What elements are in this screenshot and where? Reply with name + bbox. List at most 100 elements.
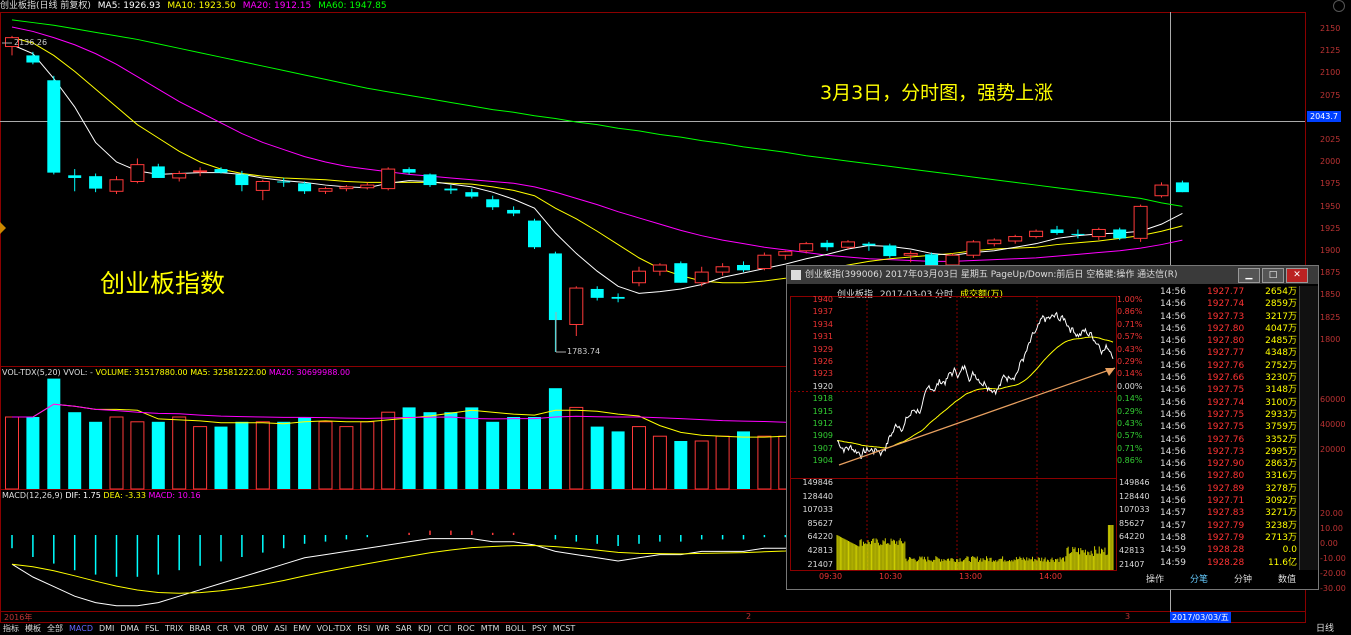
volume-bar [381, 411, 396, 490]
tick-time: 14:56 [1160, 287, 1186, 297]
volume-bar [47, 378, 61, 489]
indicator-tab[interactable]: DMI [96, 623, 117, 635]
popup-volume-axis: 149846 128440 107033 85627 64220 42813 21407 [789, 476, 833, 571]
volume-bar [339, 426, 354, 490]
popup-volume-label: 107033 [1119, 505, 1150, 515]
indicator-tab[interactable]: VR [231, 623, 248, 635]
date-axis-month-3: 3 [1125, 612, 1131, 621]
popup-time-label: 14:00 [1039, 572, 1063, 581]
candlestick [1175, 180, 1189, 193]
tick-row: 14:56 1927.77 4348万 [1157, 347, 1317, 359]
tick-price: 1927.77 [1207, 348, 1245, 359]
indicator-tab[interactable]: 全部 [44, 623, 66, 635]
tick-volume: 2863万 [1265, 459, 1297, 470]
candlestick [444, 185, 458, 194]
tick-volume: 2995万 [1265, 446, 1297, 457]
macd-axis-label: 0.00 [1320, 539, 1338, 548]
tick-volume: 3100万 [1265, 397, 1297, 408]
popup-price-label: 1934 [812, 319, 833, 329]
indicator-tab[interactable]: OBV [248, 623, 271, 635]
indicator-tab[interactable]: BOLL [502, 623, 529, 635]
candlestick [569, 286, 584, 337]
volume-bar [26, 417, 40, 489]
tick-row: 14:56 1927.75 3759万 [1157, 421, 1317, 433]
popup-time-label: 13:00 [959, 572, 983, 581]
indicator-tab[interactable]: MACD [66, 623, 96, 635]
tick-row: 14:56 1927.90 2863万 [1157, 458, 1317, 470]
popup-price-label: 1909 [812, 431, 833, 441]
tick-time: 14:56 [1160, 483, 1186, 494]
indicator-tab[interactable]: 指标 [0, 623, 22, 635]
indicator-tab[interactable]: BRAR [186, 623, 214, 635]
indicator-tab[interactable]: MTM [478, 623, 503, 635]
tick-volume: 3148万 [1265, 385, 1297, 396]
indicator-tab[interactable]: ASI [271, 623, 290, 635]
date-axis-year: 2016年 [4, 613, 33, 622]
tick-volume: 2654万 [1265, 287, 1297, 297]
minimize-button[interactable]: ▁ [1238, 268, 1260, 283]
candlestick [1029, 229, 1044, 239]
tick-time: 14:56 [1160, 373, 1186, 384]
tick-volume: 2713万 [1265, 532, 1297, 543]
indicator-tab[interactable]: SAR [393, 623, 415, 635]
high-price-label: 2136.26 [14, 38, 48, 47]
indicator-tab[interactable]: PSY [529, 623, 550, 635]
tick-volume: 3238万 [1265, 520, 1297, 531]
scroll-left-arrow-icon[interactable] [0, 222, 6, 234]
indicator-tab[interactable]: KDJ [415, 623, 435, 635]
tick-row: 14:57 1927.79 3238万 [1157, 520, 1317, 532]
indicator-tab[interactable]: FSL [142, 623, 162, 635]
indicator-tab[interactable]: DMA [117, 623, 142, 635]
popup-percent-label: 0.86% [1117, 456, 1143, 466]
tick-price: 1928.28 [1207, 545, 1245, 556]
tick-price: 1927.75 [1207, 385, 1245, 396]
popup-price-axis: 1940 1937 1934 1931 1929 1926 1923 1920 1918 1915… [789, 294, 833, 467]
indicator-tab[interactable]: MCST [550, 623, 578, 635]
indicator-tab[interactable]: TRIX [162, 623, 186, 635]
volume-bar [590, 426, 604, 489]
tick-list-scrollbar[interactable] [1299, 286, 1318, 570]
popup-volume-label: 42813 [1119, 545, 1145, 555]
indicator-tab[interactable]: ROC [454, 623, 477, 635]
indicator-tab[interactable]: RSI [354, 623, 373, 635]
tick-price: 1927.79 [1207, 532, 1245, 543]
candlestick [611, 293, 625, 303]
tick-price: 1928.28 [1207, 557, 1245, 568]
volume-bar [151, 421, 165, 489]
indicator-tab[interactable]: WR [373, 623, 392, 635]
indicator-tab[interactable]: CR [214, 623, 231, 635]
tab-ticks[interactable]: 分笔 [1177, 572, 1221, 588]
indicator-tab[interactable]: VOL-TDX [314, 623, 355, 635]
tab-values[interactable]: 数值 [1265, 572, 1309, 588]
volume-bar [89, 421, 103, 489]
tick-row: 14:59 1928.28 11.6亿 [1157, 557, 1317, 569]
price-axis-label: 1975 [1320, 179, 1341, 189]
macd-axis-label: 20.00 [1320, 509, 1343, 518]
candlestick [109, 176, 124, 194]
popup-percent-label: 1.00% [1117, 295, 1143, 304]
price-axis-label: 2150 [1320, 24, 1341, 33]
candlestick [277, 177, 291, 187]
tick-row: 14:57 1927.83 3271万 [1157, 507, 1317, 519]
volume-bar [109, 416, 124, 490]
intraday-popup-window: 创业板指(399006) 2017年03月03日 星期五 PageUp/Down… [786, 265, 1319, 590]
candlestick [507, 206, 521, 217]
tick-time: 14:56 [1160, 459, 1186, 470]
period-selector[interactable]: 日线 [1316, 623, 1334, 635]
popup-volume-label: 128440 [802, 491, 833, 501]
candlestick [214, 167, 228, 174]
candlestick [1071, 229, 1085, 239]
tick-row: 14:56 1927.74 3100万 [1157, 397, 1317, 409]
indicator-tab[interactable]: 模板 [22, 623, 44, 635]
close-button[interactable]: ✕ [1286, 268, 1308, 283]
maximize-button[interactable]: □ [1262, 268, 1284, 283]
tab-operate[interactable]: 操作 [1133, 572, 1177, 588]
volume-bar [757, 435, 772, 490]
indicator-tab[interactable]: CCI [435, 623, 455, 635]
tick-time: 14:56 [1160, 446, 1186, 457]
tab-minute[interactable]: 分钟 [1221, 572, 1265, 588]
popup-price-label: 1904 [812, 456, 833, 466]
popup-volume-label: 42813 [807, 545, 833, 555]
indicator-tab[interactable]: EMV [290, 623, 313, 635]
popup-percent-label: 0.43% [1117, 344, 1143, 354]
